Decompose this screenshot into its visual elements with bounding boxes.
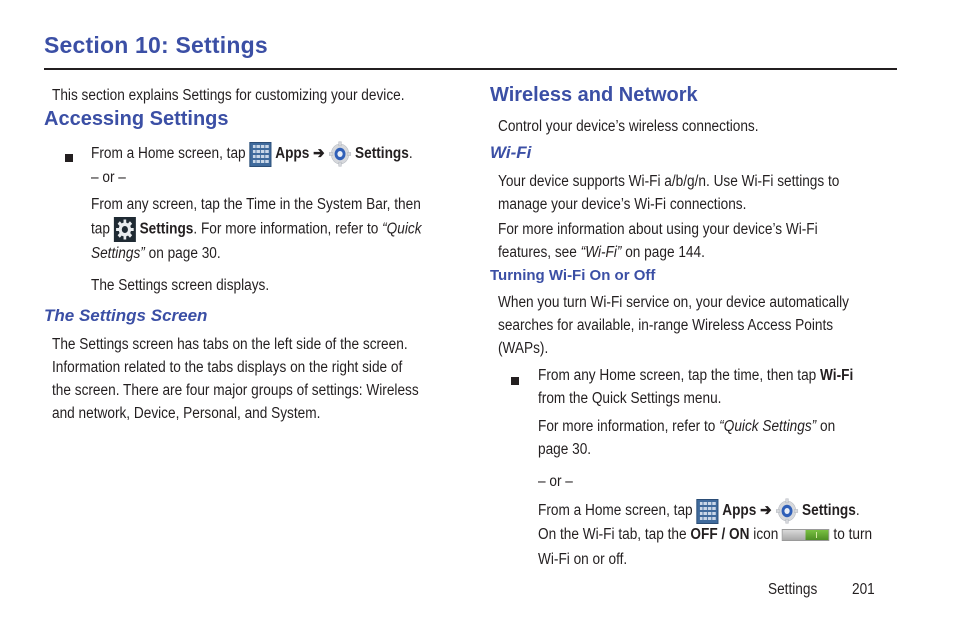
wifi-label: Wi-Fi xyxy=(820,367,854,384)
heading-settings-screen: The Settings Screen xyxy=(44,306,208,325)
turning-alt-line3: Wi-Fi on or off. xyxy=(538,551,628,568)
heading-turning-wifi: Turning Wi-Fi On or Off xyxy=(490,267,656,284)
heading-accessing-settings: Accessing Settings xyxy=(44,108,229,130)
tap-text: tap xyxy=(91,220,110,238)
arrow-icon: ➔ xyxy=(313,145,325,163)
step-line: From any Home screen, tap the time, then… xyxy=(538,364,853,387)
step-text: From a Home screen, tap xyxy=(91,145,246,163)
paragraph-line: For more information about using your de… xyxy=(498,221,818,238)
text: From a Home screen, tap xyxy=(538,502,693,520)
settings-label: Settings xyxy=(139,220,194,238)
paragraph-line: features, see “Wi-Fi” on page 144. xyxy=(498,241,818,264)
apps-grid-icon xyxy=(696,498,719,524)
bullet-icon xyxy=(511,372,519,390)
accessing-step-1: From a Home screen, tap Apps ➔ Settings. xyxy=(91,141,413,167)
accessing-alt-line1: From any screen, tap the Time in the Sys… xyxy=(91,196,421,213)
text: From any Home screen, tap the time, then… xyxy=(538,367,821,384)
settings-displays-text: The Settings screen displays. xyxy=(91,277,270,294)
turning-step-1: From any Home screen, tap the time, then… xyxy=(538,364,853,410)
page-number: 201 xyxy=(852,581,875,598)
text: on page 144. xyxy=(621,244,705,261)
settings-gear-icon xyxy=(775,498,798,524)
heading-wifi: Wi-Fi xyxy=(490,143,532,162)
period: . xyxy=(855,502,860,520)
header-rule xyxy=(44,68,897,70)
turning-reference: For more information, refer to “Quick Se… xyxy=(538,415,835,461)
ref-line: page 30. xyxy=(538,441,592,458)
paragraph-line: Your device supports Wi-Fi a/b/g/n. Use … xyxy=(498,173,840,190)
paragraph-line: manage your device’s Wi-Fi connections. xyxy=(498,196,747,213)
settings-label: Settings xyxy=(355,145,409,163)
paragraph-line: searches for available, in-range Wireles… xyxy=(498,317,834,334)
ref-line: For more information, refer to “Quick Se… xyxy=(538,415,835,438)
intro-text: This section explains Settings for custo… xyxy=(52,87,405,104)
text: on xyxy=(816,418,836,435)
paragraph-line: and network, Device, Personal, and Syste… xyxy=(52,405,321,422)
wifi-paragraph-1: Your device supports Wi-Fi a/b/g/n. Use … xyxy=(498,170,839,216)
apps-grid-icon xyxy=(249,141,272,167)
text: For more information, refer to xyxy=(538,418,720,435)
wifi-link[interactable]: “Wi-Fi” xyxy=(581,244,622,261)
paragraph-line: Information related to the tabs displays… xyxy=(52,359,403,376)
apps-label: Apps xyxy=(275,145,310,163)
page-ref: on page 30. xyxy=(144,245,221,262)
heading-wireless-network: Wireless and Network xyxy=(490,84,698,106)
text: to turn xyxy=(829,526,873,543)
refer-text: . For more information, refer to xyxy=(193,220,379,238)
text: icon xyxy=(749,526,779,543)
settings-gear-icon xyxy=(328,141,351,167)
period: . xyxy=(408,145,413,163)
accessing-alt-line3: Settings” on page 30. xyxy=(91,242,221,265)
turning-paragraph: When you turn Wi-Fi service on, your dev… xyxy=(498,291,849,360)
settings-screen-paragraph: The Settings screen has tabs on the left… xyxy=(52,333,419,425)
paragraph-line: When you turn Wi-Fi service on, your dev… xyxy=(498,294,849,311)
wifi-paragraph-2: For more information about using your de… xyxy=(498,218,818,264)
off-on-label: OFF / ON xyxy=(690,526,750,543)
section-title: Section 10: Settings xyxy=(44,32,268,58)
or-separator: – or – xyxy=(538,473,573,490)
paragraph-line: the screen. There are four major groups … xyxy=(52,382,419,399)
text: features, see xyxy=(498,244,581,261)
paragraph-line: The Settings screen has tabs on the left… xyxy=(52,336,408,353)
quick-settings-link[interactable]: “Quick xyxy=(382,221,421,238)
paragraph-line: (WAPs). xyxy=(498,340,549,357)
or-separator: – or – xyxy=(91,169,126,186)
wireless-intro: Control your device’s wireless connectio… xyxy=(498,118,759,135)
text: On the Wi-Fi tab, tap the xyxy=(538,526,691,543)
arrow-icon: ➔ xyxy=(760,502,772,520)
footer-section-label: Settings xyxy=(768,581,818,598)
settings-label: Settings xyxy=(802,502,856,520)
quick-settings-gear-icon xyxy=(113,217,136,242)
turning-alt-line2: On the Wi-Fi tab, tap the OFF / ON icon … xyxy=(538,523,872,546)
quick-settings-link[interactable]: “Quick Settings” xyxy=(719,418,816,435)
accessing-alt-line2: tap Settings. For more information, refe… xyxy=(91,217,422,242)
off-on-toggle-icon xyxy=(782,528,830,541)
bullet-icon xyxy=(65,149,73,167)
quick-settings-link[interactable]: Settings” xyxy=(91,245,145,262)
step-line: from the Quick Settings menu. xyxy=(538,390,722,407)
apps-label: Apps xyxy=(722,502,757,520)
turning-alt-line1: From a Home screen, tap Apps ➔ Settings. xyxy=(538,498,860,524)
